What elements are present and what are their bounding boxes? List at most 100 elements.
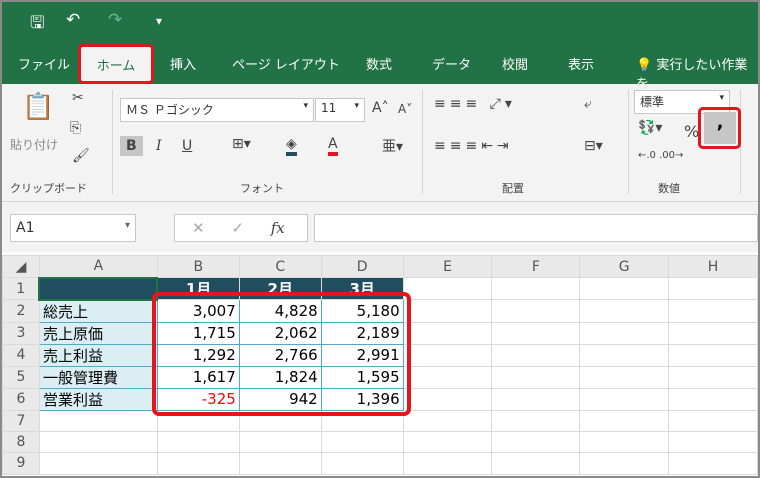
tab-data[interactable]: データ	[432, 54, 471, 73]
row-header[interactable]: 6	[2, 387, 40, 411]
cell[interactable]: 営業利益	[38, 387, 158, 411]
paste-label[interactable]: 貼り付け	[10, 136, 58, 153]
cell[interactable]	[38, 276, 159, 301]
row-header[interactable]: 7	[2, 409, 40, 432]
row-header[interactable]: 1	[2, 277, 40, 300]
cell[interactable]	[238, 452, 322, 475]
column-header[interactable]: H	[668, 255, 758, 278]
italic-button[interactable]: I	[156, 138, 162, 154]
cell[interactable]	[579, 299, 670, 323]
row-header[interactable]: 5	[2, 365, 40, 389]
cell[interactable]	[579, 430, 670, 454]
paste-icon[interactable]: 📋	[22, 92, 54, 122]
cell[interactable]	[668, 321, 758, 345]
cell[interactable]	[402, 409, 493, 432]
copy-icon[interactable]: ⎘	[70, 120, 81, 136]
row-header[interactable]: 4	[2, 343, 40, 367]
merge-center-icon[interactable]: ⊟▾	[584, 138, 603, 154]
cell[interactable]	[402, 387, 493, 411]
cell[interactable]	[156, 430, 240, 454]
row-header[interactable]: 3	[2, 321, 40, 345]
cell[interactable]	[668, 409, 758, 432]
cell[interactable]	[402, 452, 493, 475]
select-all[interactable]: ◢	[2, 255, 40, 278]
cell[interactable]	[491, 299, 581, 323]
column-header[interactable]: G	[579, 255, 670, 278]
cell[interactable]	[668, 299, 758, 323]
horizontal-align-icons[interactable]: ≡≡≡⇤⇥	[434, 138, 513, 154]
cell[interactable]	[579, 387, 670, 411]
enter-icon[interactable]: ✓	[231, 219, 244, 237]
redo-icon[interactable]: ↷	[108, 10, 122, 30]
cell[interactable]	[579, 321, 670, 345]
cell[interactable]	[491, 452, 581, 475]
tab-insert[interactable]: 挿入	[170, 54, 196, 73]
tab-formulas[interactable]: 数式	[366, 54, 392, 73]
cell[interactable]	[491, 321, 581, 345]
cell[interactable]: 売上原価	[38, 321, 158, 345]
cell[interactable]	[579, 343, 670, 367]
customize-icon[interactable]: ▾	[156, 14, 162, 28]
column-header[interactable]: E	[402, 255, 493, 278]
row-header[interactable]: 9	[2, 452, 40, 475]
tab-review[interactable]: 校閲	[502, 54, 528, 73]
percent-button[interactable]: %	[684, 122, 699, 141]
increase-decimal-icon[interactable]: ←.0 .00→	[638, 150, 683, 161]
formula-input[interactable]	[314, 214, 758, 242]
cell[interactable]	[668, 343, 758, 367]
column-header[interactable]: B	[156, 255, 240, 278]
row-header[interactable]: 8	[2, 430, 40, 454]
cell[interactable]	[579, 452, 670, 475]
bold-button[interactable]: B	[120, 136, 143, 156]
cell[interactable]	[668, 387, 758, 411]
increase-font-icon[interactable]: A˄	[372, 100, 389, 116]
cell[interactable]	[320, 452, 404, 475]
currency-icon[interactable]: 💱▾	[638, 120, 662, 136]
column-header[interactable]: D	[320, 255, 404, 278]
cell[interactable]	[491, 343, 581, 367]
cell[interactable]	[668, 277, 758, 300]
column-header[interactable]: F	[491, 255, 581, 278]
fill-color-icon[interactable]: ◈	[286, 136, 297, 156]
undo-icon[interactable]: ↶	[66, 10, 80, 30]
fx-icon[interactable]: fx	[271, 219, 285, 237]
name-box[interactable]: A1 ▾	[10, 214, 136, 242]
column-header[interactable]: A	[38, 255, 158, 278]
cell[interactable]	[402, 343, 493, 367]
cell[interactable]	[402, 299, 493, 323]
column-header[interactable]: C	[238, 255, 322, 278]
cancel-icon[interactable]: ✕	[192, 219, 205, 237]
save-icon[interactable]: 🖫	[30, 10, 44, 39]
font-name-select[interactable]: ＭＳ Ｐゴシック ▾	[120, 98, 314, 122]
cell[interactable]	[668, 452, 758, 475]
cell[interactable]	[491, 430, 581, 454]
cell[interactable]: 一般管理費	[38, 365, 158, 389]
font-color-icon[interactable]: A	[328, 136, 338, 156]
cell[interactable]	[402, 430, 493, 454]
cell[interactable]	[579, 277, 670, 300]
cell[interactable]	[491, 365, 581, 389]
font-size-select[interactable]: 11 ▾	[315, 98, 365, 122]
cell[interactable]	[238, 430, 322, 454]
phonetic-icon[interactable]: 亜▾	[382, 136, 403, 156]
cell[interactable]	[491, 277, 581, 300]
decrease-font-icon[interactable]: A˅	[398, 102, 412, 116]
row-header[interactable]: 2	[2, 299, 40, 323]
cell[interactable]	[402, 321, 493, 345]
cell[interactable]	[38, 430, 158, 454]
cell[interactable]	[579, 409, 670, 432]
cell[interactable]	[491, 387, 581, 411]
cell[interactable]	[579, 365, 670, 389]
cell[interactable]	[402, 365, 493, 389]
cell[interactable]	[491, 409, 581, 432]
cell[interactable]: 売上利益	[38, 343, 158, 367]
tab-home[interactable]: ホーム	[78, 44, 154, 84]
cell[interactable]	[38, 409, 158, 432]
cell[interactable]	[156, 452, 240, 475]
underline-button[interactable]: U	[182, 138, 192, 154]
borders-icon[interactable]: ⊞▾	[232, 136, 251, 152]
cell[interactable]	[668, 430, 758, 454]
cell[interactable]	[320, 430, 404, 454]
cell[interactable]	[402, 277, 493, 300]
cell[interactable]	[38, 452, 158, 475]
